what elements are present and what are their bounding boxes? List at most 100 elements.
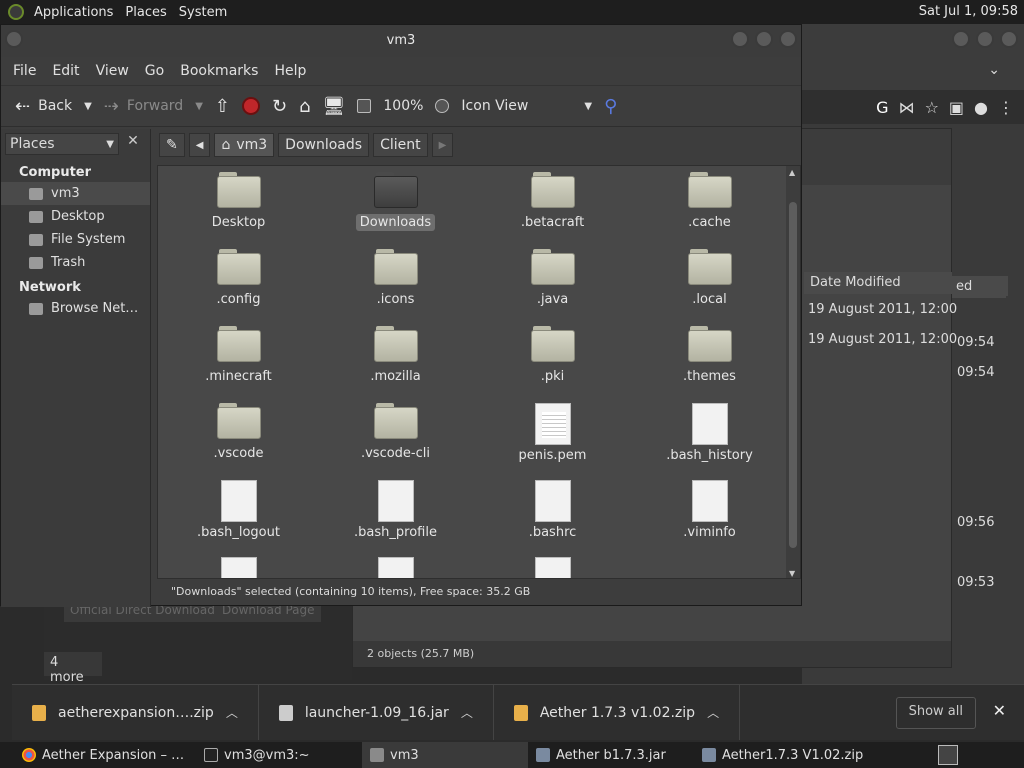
sidebar-item-vm3[interactable]: vm3 bbox=[1, 182, 150, 205]
menu-view[interactable]: View bbox=[88, 63, 137, 79]
scrollbar-thumb[interactable] bbox=[789, 202, 797, 548]
file-item[interactable]: .themes bbox=[631, 326, 788, 392]
file-item[interactable]: .icons bbox=[317, 249, 474, 315]
sidebar-item-desktop[interactable]: Desktop bbox=[1, 205, 150, 228]
file-item[interactable]: Downloads bbox=[317, 172, 474, 238]
file-item[interactable]: penis.pem bbox=[474, 403, 631, 469]
side-panel-icon[interactable]: ▣ bbox=[949, 98, 964, 117]
path-segment-downloads[interactable]: Downloads bbox=[278, 133, 370, 157]
sidebar-item-trash[interactable]: Trash bbox=[1, 251, 150, 274]
sidebar-item-label: File System bbox=[51, 232, 126, 247]
close-icon[interactable] bbox=[779, 30, 797, 48]
task-vm3[interactable]: vm3 bbox=[362, 742, 528, 768]
file-item[interactable]: .viminfo bbox=[631, 480, 788, 546]
zoom-out-button[interactable] bbox=[351, 99, 377, 113]
stop-button[interactable] bbox=[236, 97, 266, 115]
maximize-icon[interactable] bbox=[755, 30, 773, 48]
back-button[interactable]: ⇠ Back bbox=[9, 96, 78, 117]
chevron-down-icon[interactable]: ⌄ bbox=[988, 62, 1000, 78]
icon-view[interactable]: Desktop Downloads .betacraft .cache .config.… bbox=[157, 165, 801, 579]
forward-history-dropdown[interactable]: ▼ bbox=[189, 101, 209, 112]
title-bar[interactable]: vm3 bbox=[1, 25, 801, 57]
reload-icon[interactable]: ↻ bbox=[266, 96, 293, 117]
computer-icon[interactable]: 🖥 bbox=[317, 96, 352, 117]
window-menu-icon[interactable] bbox=[5, 30, 23, 48]
task-chrome[interactable]: Aether Expansion – … bbox=[0, 742, 196, 768]
applications-menu[interactable]: Applications bbox=[28, 5, 119, 20]
task-terminal[interactable]: vm3@vm3:~ bbox=[196, 742, 362, 768]
file-item[interactable]: .betacraft bbox=[474, 172, 631, 238]
file-item[interactable]: .cache bbox=[631, 172, 788, 238]
more-menu-icon[interactable]: ⋮ bbox=[998, 98, 1014, 117]
view-mode-select[interactable]: Icon View ▼ bbox=[455, 98, 598, 114]
gnome-logo-icon[interactable] bbox=[8, 4, 24, 20]
file-item[interactable]: .vscode-cli bbox=[317, 403, 474, 469]
minimize-icon[interactable] bbox=[952, 30, 970, 48]
menu-file[interactable]: File bbox=[5, 63, 44, 79]
maximize-icon[interactable] bbox=[976, 30, 994, 48]
file-item[interactable]: .local bbox=[631, 249, 788, 315]
chevron-up-icon[interactable]: ︿ bbox=[226, 704, 238, 721]
profile-avatar-icon[interactable]: ● bbox=[974, 98, 988, 117]
path-segment-client[interactable]: Client bbox=[373, 133, 428, 157]
file-item[interactable]: .vscode bbox=[160, 403, 317, 469]
download-item[interactable]: launcher-1.09_16.jar ︿ bbox=[259, 685, 494, 740]
show-all-button[interactable]: Show all bbox=[895, 697, 976, 729]
scroll-up-icon[interactable]: ▲ bbox=[789, 168, 795, 177]
sidebar-item-file-system[interactable]: File System bbox=[1, 228, 150, 251]
back-history-dropdown[interactable]: ▼ bbox=[78, 101, 98, 112]
task-jar[interactable]: Aether b1.7.3.jar bbox=[528, 742, 694, 768]
file-item[interactable]: .bash_logout bbox=[160, 480, 317, 546]
column-header[interactable]: ed bbox=[952, 276, 1008, 298]
system-menu[interactable]: System bbox=[173, 5, 233, 20]
menu-go[interactable]: Go bbox=[137, 63, 172, 79]
task-zip[interactable]: Aether1.7.3 V1.02.zip bbox=[694, 742, 894, 768]
file-item-partial[interactable] bbox=[160, 557, 317, 578]
share-icon[interactable]: ⋈ bbox=[899, 98, 915, 117]
more-button[interactable]: 4 more bbox=[44, 652, 102, 685]
menu-help[interactable]: Help bbox=[266, 63, 314, 79]
path-scroll-right[interactable]: ▶ bbox=[431, 133, 454, 157]
chevron-up-icon[interactable]: ︿ bbox=[461, 704, 473, 721]
forward-button[interactable]: ⇢ Forward bbox=[98, 96, 189, 117]
date-modified-header[interactable]: Date Modified bbox=[804, 272, 952, 294]
file-item[interactable]: .pki bbox=[474, 326, 631, 392]
minimize-icon[interactable] bbox=[731, 30, 749, 48]
file-item[interactable]: .bashrc bbox=[474, 480, 631, 546]
home-icon[interactable]: ⌂ bbox=[293, 96, 316, 117]
zoom-level[interactable]: 100% bbox=[377, 98, 429, 114]
download-item[interactable]: Aether 1.7.3 v1.02.zip ︿ bbox=[494, 685, 741, 740]
edit-location-button[interactable]: ✎ bbox=[159, 133, 185, 157]
file-item[interactable]: .config bbox=[160, 249, 317, 315]
places-select[interactable]: Places ▼ bbox=[5, 133, 119, 155]
file-item[interactable]: .java bbox=[474, 249, 631, 315]
close-download-bar-icon[interactable]: ✕ bbox=[993, 701, 1006, 720]
file-item[interactable]: .bash_profile bbox=[317, 480, 474, 546]
vertical-scrollbar[interactable]: ▲ ▼ bbox=[786, 166, 800, 578]
workspace-switcher-icon[interactable] bbox=[938, 745, 958, 765]
menu-bookmarks[interactable]: Bookmarks bbox=[172, 63, 266, 79]
file-item[interactable]: .mozilla bbox=[317, 326, 474, 392]
clock[interactable]: Sat Jul 1, 09:58 bbox=[919, 4, 1018, 19]
scroll-down-icon[interactable]: ▼ bbox=[789, 569, 795, 578]
search-icon[interactable]: ⚲ bbox=[598, 96, 623, 117]
file-item-partial[interactable] bbox=[474, 557, 631, 578]
menu-edit[interactable]: Edit bbox=[44, 63, 87, 79]
close-sidebar-icon[interactable]: ✕ bbox=[123, 133, 143, 155]
download-item[interactable]: aetherexpansion….zip ︿ bbox=[12, 685, 259, 740]
up-arrow-icon[interactable]: ⇧ bbox=[209, 96, 236, 117]
file-item[interactable]: .minecraft bbox=[160, 326, 317, 392]
sidebar-item-browse-network[interactable]: Browse Net… bbox=[1, 297, 150, 320]
file-item-partial[interactable] bbox=[317, 557, 474, 578]
close-icon[interactable] bbox=[1000, 30, 1018, 48]
places-menu[interactable]: Places bbox=[119, 5, 172, 20]
chevron-up-icon[interactable]: ︿ bbox=[707, 704, 719, 721]
background-scrollbar[interactable] bbox=[1006, 296, 1024, 614]
zoom-in-button[interactable] bbox=[429, 99, 455, 113]
path-scroll-left[interactable]: ◀ bbox=[188, 133, 211, 157]
path-segment-vm3[interactable]: ⌂ vm3 bbox=[214, 133, 275, 157]
file-item[interactable]: Desktop bbox=[160, 172, 317, 238]
bookmark-star-icon[interactable]: ☆ bbox=[925, 98, 939, 117]
google-icon[interactable]: G bbox=[876, 98, 888, 117]
file-item[interactable]: .bash_history bbox=[631, 403, 788, 469]
